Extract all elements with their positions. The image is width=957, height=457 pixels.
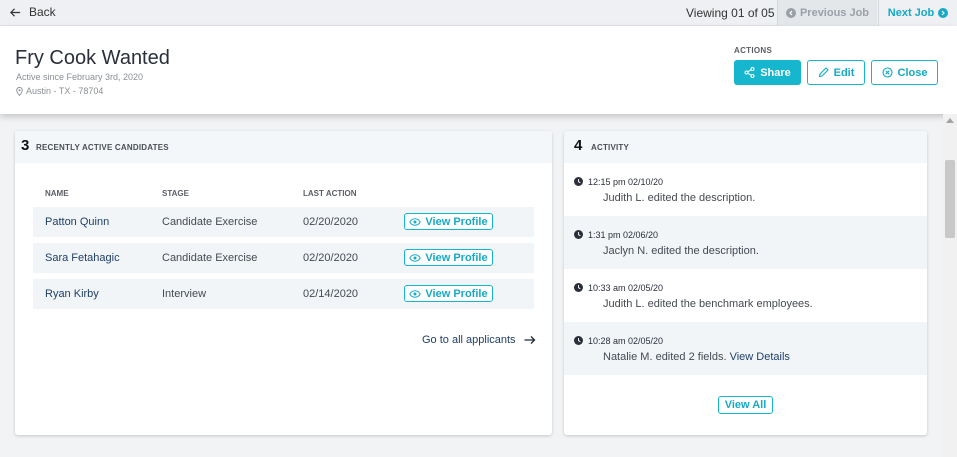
scrollbar[interactable] bbox=[943, 114, 957, 457]
candidates-title: RECENTLY ACTIVE CANDIDATES bbox=[36, 143, 169, 152]
column-header-name: NAME bbox=[45, 189, 69, 198]
pencil-icon bbox=[818, 67, 829, 78]
close-button[interactable]: Close bbox=[871, 60, 938, 85]
activity-title: ACTIVITY bbox=[591, 143, 630, 152]
table-row: Ryan Kirby Interview 02/14/2020 View Pro… bbox=[33, 279, 534, 309]
recently-active-candidates-card: 3 RECENTLY ACTIVE CANDIDATES NAME STAGE … bbox=[15, 131, 552, 435]
viewing-counter: Viewing 01 of 05 bbox=[686, 6, 775, 20]
all-applicants-label: Go to all applicants bbox=[422, 334, 516, 346]
clock-icon bbox=[574, 177, 583, 186]
activity-card: 4 ACTIVITY 12:15 pm 02/10/20 Judith L. e… bbox=[564, 131, 927, 435]
eye-icon bbox=[409, 289, 422, 298]
activity-time-text: 1:31 pm 02/06/20 bbox=[588, 230, 659, 240]
activity-description: Natalie M. edited 2 fields. View Details bbox=[603, 351, 790, 363]
activity-description-text: Judith L. edited the benchmark employees… bbox=[603, 298, 813, 310]
activity-time: 10:33 am 02/05/20 bbox=[574, 283, 664, 293]
column-header-last-action: LAST ACTION bbox=[303, 189, 357, 198]
next-job-button[interactable]: Next Job bbox=[878, 0, 957, 26]
candidate-last-action: 02/20/2020 bbox=[303, 252, 359, 264]
view-profile-button[interactable]: View Profile bbox=[404, 249, 493, 266]
candidate-name[interactable]: Ryan Kirby bbox=[45, 288, 99, 300]
share-button[interactable]: Share bbox=[734, 60, 801, 85]
location-text: Austin - TX - 78704 bbox=[26, 86, 104, 96]
job-location: Austin - TX - 78704 bbox=[16, 86, 103, 96]
activity-item: 10:28 am 02/05/20 Natalie M. edited 2 fi… bbox=[564, 322, 927, 375]
view-profile-label: View Profile bbox=[425, 215, 488, 228]
activity-description-text: Judith L. edited the description. bbox=[603, 192, 756, 204]
activity-time-text: 10:33 am 02/05/20 bbox=[588, 283, 664, 293]
view-profile-button[interactable]: View Profile bbox=[404, 213, 493, 230]
candidate-name[interactable]: Patton Quinn bbox=[45, 216, 109, 228]
activity-number: 4 bbox=[574, 137, 583, 154]
arrow-right-icon bbox=[524, 336, 535, 344]
chevron-left-circle-icon bbox=[785, 8, 796, 18]
view-profile-label: View Profile bbox=[425, 287, 488, 300]
view-profile-label: View Profile bbox=[425, 251, 488, 264]
clock-icon bbox=[574, 230, 583, 239]
active-since: Active since February 3rd, 2020 bbox=[16, 72, 144, 82]
candidates-count: 3 bbox=[21, 137, 30, 154]
candidate-stage: Candidate Exercise bbox=[162, 252, 258, 264]
activity-time-text: 12:15 pm 02/10/20 bbox=[588, 177, 664, 187]
close-label: Close bbox=[897, 66, 928, 79]
column-header-stage: STAGE bbox=[162, 189, 189, 198]
activity-description-text: Jaclyn N. edited the description. bbox=[603, 245, 759, 257]
candidate-stage: Candidate Exercise bbox=[162, 216, 258, 228]
candidate-name[interactable]: Sara Fetahagic bbox=[45, 252, 120, 264]
activity-description: Judith L. edited the description. bbox=[603, 192, 755, 204]
activity-item: 1:31 pm 02/06/20 Jaclyn N. edited the de… bbox=[564, 216, 927, 269]
arrow-left-icon bbox=[10, 7, 21, 17]
close-circle-icon bbox=[881, 67, 893, 78]
back-button[interactable]: Back bbox=[9, 5, 56, 19]
activity-time: 12:15 pm 02/10/20 bbox=[574, 177, 664, 187]
chevron-right-circle-icon bbox=[938, 8, 949, 18]
candidate-stage: Interview bbox=[162, 288, 207, 300]
view-all-button[interactable]: View All bbox=[718, 396, 773, 414]
activity-description-text: Natalie M. edited 2 fields. bbox=[603, 351, 727, 363]
previous-job-label: Previous Job bbox=[799, 7, 870, 19]
activity-time: 1:31 pm 02/06/20 bbox=[574, 230, 659, 240]
card-header: 4 ACTIVITY bbox=[564, 131, 927, 163]
edit-button[interactable]: Edit bbox=[807, 60, 865, 85]
candidate-last-action: 02/20/2020 bbox=[303, 216, 359, 228]
map-pin-icon bbox=[16, 86, 23, 96]
candidate-last-action: 02/14/2020 bbox=[303, 288, 359, 300]
eye-icon bbox=[409, 217, 422, 226]
job-title: Fry Cook Wanted bbox=[15, 47, 170, 69]
activity-item: 10:33 am 02/05/20 Judith L. edited the b… bbox=[564, 269, 927, 322]
activity-time-text: 10:28 am 02/05/20 bbox=[588, 336, 664, 346]
previous-job-button[interactable]: Previous Job bbox=[777, 0, 877, 26]
eye-icon bbox=[409, 253, 422, 262]
clock-icon bbox=[574, 336, 583, 345]
share-icon bbox=[744, 67, 755, 78]
table-row: Sara Fetahagic Candidate Exercise 02/20/… bbox=[33, 243, 534, 273]
go-to-all-applicants-link[interactable]: Go to all applicants bbox=[422, 334, 536, 346]
activity-time: 10:28 am 02/05/20 bbox=[574, 336, 664, 346]
scrollbar-thumb[interactable] bbox=[945, 160, 955, 238]
card-header: 3 RECENTLY ACTIVE CANDIDATES bbox=[15, 131, 552, 163]
view-details-link[interactable]: View Details bbox=[730, 351, 790, 363]
clock-icon bbox=[574, 283, 583, 292]
scroll-up-arrow-icon[interactable] bbox=[946, 118, 954, 123]
table-row: Patton Quinn Candidate Exercise 02/20/20… bbox=[33, 207, 534, 237]
activity-description: Judith L. edited the benchmark employees… bbox=[603, 298, 813, 310]
actions-label: ACTIONS bbox=[734, 46, 773, 55]
next-job-label: Next Job bbox=[887, 7, 935, 19]
back-label: Back bbox=[29, 5, 56, 19]
edit-label: Edit bbox=[833, 66, 855, 79]
share-label: Share bbox=[760, 66, 791, 79]
activity-item: 12:15 pm 02/10/20 Judith L. edited the d… bbox=[564, 163, 927, 216]
activity-description: Jaclyn N. edited the description. bbox=[603, 245, 759, 257]
view-profile-button[interactable]: View Profile bbox=[404, 285, 493, 302]
job-header: Fry Cook Wanted Active since February 3r… bbox=[0, 26, 957, 114]
top-bar: Back Viewing 01 of 05 Previous Job Next … bbox=[0, 0, 957, 26]
